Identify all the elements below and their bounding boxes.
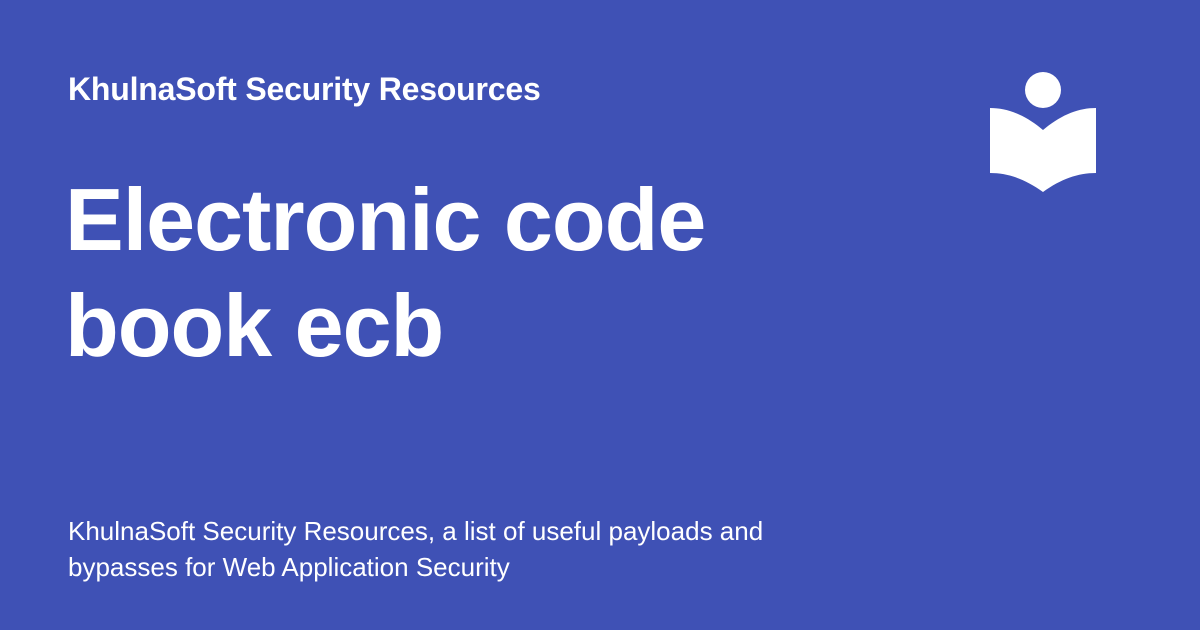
page-title: Electronic code book ecb: [65, 170, 706, 375]
page-description: KhulnaSoft Security Resources, a list of…: [68, 516, 764, 582]
site-name: KhulnaSoft Security Resources: [68, 71, 541, 107]
reading-book-icon: [988, 72, 1100, 196]
social-card: KhulnaSoft Security Resources Electronic…: [0, 0, 1200, 630]
